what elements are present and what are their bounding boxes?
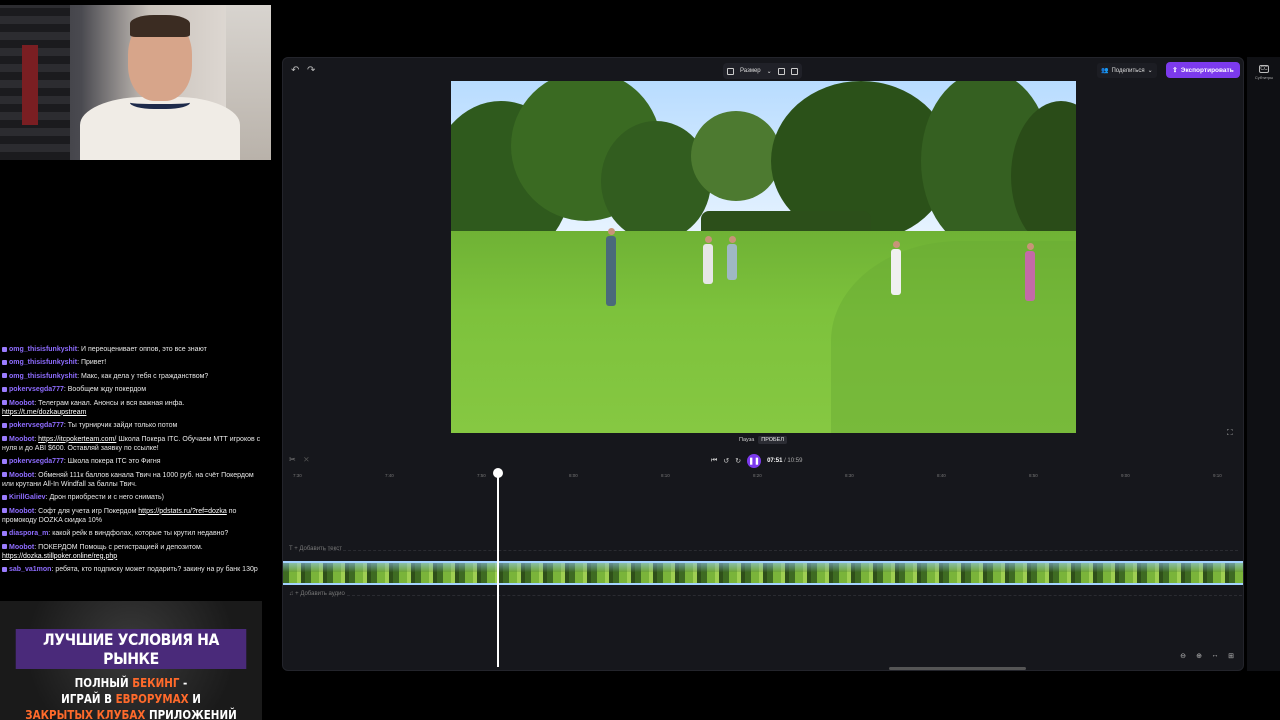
- ruler-label: 8:30: [845, 473, 854, 478]
- chat-message: Moobot: Обменяй 111к баллов канала Твич …: [2, 471, 254, 488]
- text-icon: T: [289, 546, 293, 552]
- video-preview[interactable]: [451, 81, 1076, 433]
- chat-message: diaspora_m: какой рейк в виндфолах, кото…: [0, 529, 268, 542]
- badge-icon: [2, 386, 7, 392]
- export-button[interactable]: ⇪ Экспортировать: [1166, 62, 1240, 78]
- screen: omg_thisisfunkyshit: И переоценивает опп…: [0, 0, 1280, 720]
- badge-icon: [2, 458, 7, 464]
- badge-icon: [2, 436, 7, 442]
- chat-message: omg_thisisfunkyshit: И переоценивает опп…: [0, 345, 268, 358]
- forward-icon[interactable]: ↻: [735, 457, 741, 465]
- golfer: [891, 241, 901, 295]
- split-icon[interactable]: ⨯: [303, 455, 310, 464]
- golfer: [606, 228, 616, 306]
- golfer: [703, 236, 713, 284]
- pause-button[interactable]: ❚❚: [747, 454, 762, 468]
- right-rail: CC Субтитры: [1247, 57, 1280, 671]
- ruler-label: 7:30: [293, 473, 302, 478]
- zoom-out-icon[interactable]: ⊖: [1177, 650, 1189, 661]
- badge-icon: [2, 566, 7, 572]
- playback-controls: ⏮ ↺ ↻ ❚❚ 07:51 / 10:59: [711, 453, 802, 469]
- chat-link[interactable]: https://itcpokerteam.com/: [38, 436, 116, 443]
- add-text-button[interactable]: T + Добавить текст: [289, 546, 342, 552]
- chevron-down-icon: ⌄: [1147, 68, 1153, 74]
- share-button[interactable]: 👥 Поделиться ⌄: [1097, 63, 1157, 78]
- ruler-label: 8:10: [661, 473, 670, 478]
- upload-icon: ⇪: [1172, 67, 1178, 74]
- music-icon: ♫: [289, 591, 294, 597]
- crop-icon[interactable]: [790, 67, 798, 75]
- magic-icon[interactable]: ✂: [289, 455, 296, 464]
- timeline-toolbar: ✂ ⨯ ⏮ ↺ ↻ ❚❚ 07:51 / 10:59: [283, 453, 1243, 469]
- golfer: [1025, 243, 1035, 301]
- promo-line: ИГРАЙ В ЕВРОРУМАХ И: [61, 692, 201, 706]
- golfer: [727, 236, 737, 280]
- people-icon: 👥: [1101, 68, 1109, 74]
- undo-icon[interactable]: ↶: [291, 65, 299, 76]
- fit-icon[interactable]: ↔: [1209, 650, 1221, 661]
- chevron-down-icon: ⌄: [766, 68, 772, 75]
- badge-icon: [2, 346, 7, 352]
- timeline-ruler[interactable]: 7:30 7:40 7:50 8:00 8:10 8:20 8:30 8:40 …: [283, 472, 1243, 482]
- chat-message: pokervsegda777: Вообщем жду покердом: [0, 385, 268, 398]
- chat-message: Moobot: Софт для учета игр Покердом http…: [2, 507, 237, 524]
- playhead-handle[interactable]: [493, 468, 503, 478]
- size-button[interactable]: Размер: [740, 68, 761, 74]
- badge-icon: [2, 530, 7, 536]
- ruler-label: 8:20: [753, 473, 762, 478]
- video-editor: ↶ ↷ Размер ⌄ 👥 Поделиться ⌄ ⇪ Экспортиро…: [282, 57, 1244, 671]
- promo-title: ЛУЧШИЕ УСЛОВИЯ НА РЫНКЕ: [15, 629, 247, 669]
- ruler-label: 9:10: [1213, 473, 1222, 478]
- ruler-label: 7:40: [385, 473, 394, 478]
- zoom-in-icon[interactable]: ⊕: [1193, 650, 1205, 661]
- resize-icon: [727, 67, 734, 75]
- chat-message: Moobot: Телеграм канал. Анонсы и вся важ…: [2, 399, 185, 416]
- ruler-label: 8:00: [569, 473, 578, 478]
- chat-message: pokervsegda777: Ты турнирчик зайди тольк…: [0, 421, 268, 434]
- promo-line: ЗАКРЫТЫХ КЛУБАХ ПРИЛОЖЕНИЙ: [25, 708, 237, 720]
- timeline-scrollbar[interactable]: [889, 667, 1026, 670]
- badge-icon: [2, 472, 7, 478]
- size-controls: Размер ⌄: [723, 63, 802, 79]
- badge-icon: [2, 400, 7, 406]
- promo-line: ПОЛНЫЙ БЕКИНГ -: [74, 676, 188, 690]
- rewind-icon[interactable]: ↺: [723, 457, 729, 465]
- caption-icon[interactable]: [777, 67, 785, 75]
- chat-message: pokervsegda777: Школа покера ITC это Фиг…: [0, 457, 268, 470]
- chat-message: Moobot: https://itcpokerteam.com/ Школа …: [2, 435, 261, 452]
- chat-link[interactable]: https://dozka.stillpoker.online/reg.php: [2, 553, 117, 560]
- badge-icon: [2, 544, 7, 550]
- badge-icon: [2, 508, 7, 514]
- chat-message: sab_va1mon: ребята, кто подписку может п…: [0, 565, 268, 578]
- chat-link[interactable]: https://t.me/dozkaupstream: [2, 409, 86, 416]
- cc-icon: CC: [1259, 65, 1269, 73]
- skip-back-icon[interactable]: ⏮: [711, 457, 717, 465]
- zoom-controls: ⊖ ⊕ ↔ ⊞: [1177, 650, 1237, 661]
- chat-message: omg_thisisfunkyshit: Привет!: [0, 358, 268, 371]
- chat-link[interactable]: https://pdstats.ru/?ref=dozka: [138, 508, 227, 515]
- ruler-label: 9:00: [1121, 473, 1130, 478]
- chat-message: KirillGaliev: Дрон приобрести и с него с…: [0, 493, 268, 506]
- webcam-feed: [0, 5, 271, 160]
- ruler-label: 8:50: [1029, 473, 1038, 478]
- chat-message: omg_thisisfunkyshit: Макс, как дела у те…: [0, 372, 268, 385]
- ruler-label: 7:50: [477, 473, 486, 478]
- expand-icon[interactable]: ⊞: [1225, 650, 1237, 661]
- redo-icon[interactable]: ↷: [307, 65, 315, 76]
- badge-icon: [2, 360, 7, 366]
- video-clip[interactable]: [283, 561, 1243, 585]
- fullscreen-icon[interactable]: ⛶: [1227, 428, 1233, 438]
- timecode: 07:51 / 10:59: [767, 458, 803, 464]
- playhead[interactable]: [497, 469, 499, 667]
- pause-tooltip: Пауза ПРОБЕЛ: [739, 435, 787, 445]
- badge-icon: [2, 373, 7, 379]
- stream-chat: omg_thisisfunkyshit: И переоценивает опп…: [0, 345, 268, 578]
- chat-message: Moobot: ПОКЕРДОМ Помощь с регистрацией и…: [2, 543, 203, 560]
- subtitles-button[interactable]: CC Субтитры: [1253, 65, 1275, 80]
- promo-banner: ЛУЧШИЕ УСЛОВИЯ НА РЫНКЕ ПОЛНЫЙ БЕКИНГ - …: [0, 601, 262, 720]
- add-audio-button[interactable]: ♫ + Добавить аудио: [289, 591, 345, 597]
- badge-icon: [2, 422, 7, 428]
- ruler-label: 8:40: [937, 473, 946, 478]
- badge-icon: [2, 494, 7, 500]
